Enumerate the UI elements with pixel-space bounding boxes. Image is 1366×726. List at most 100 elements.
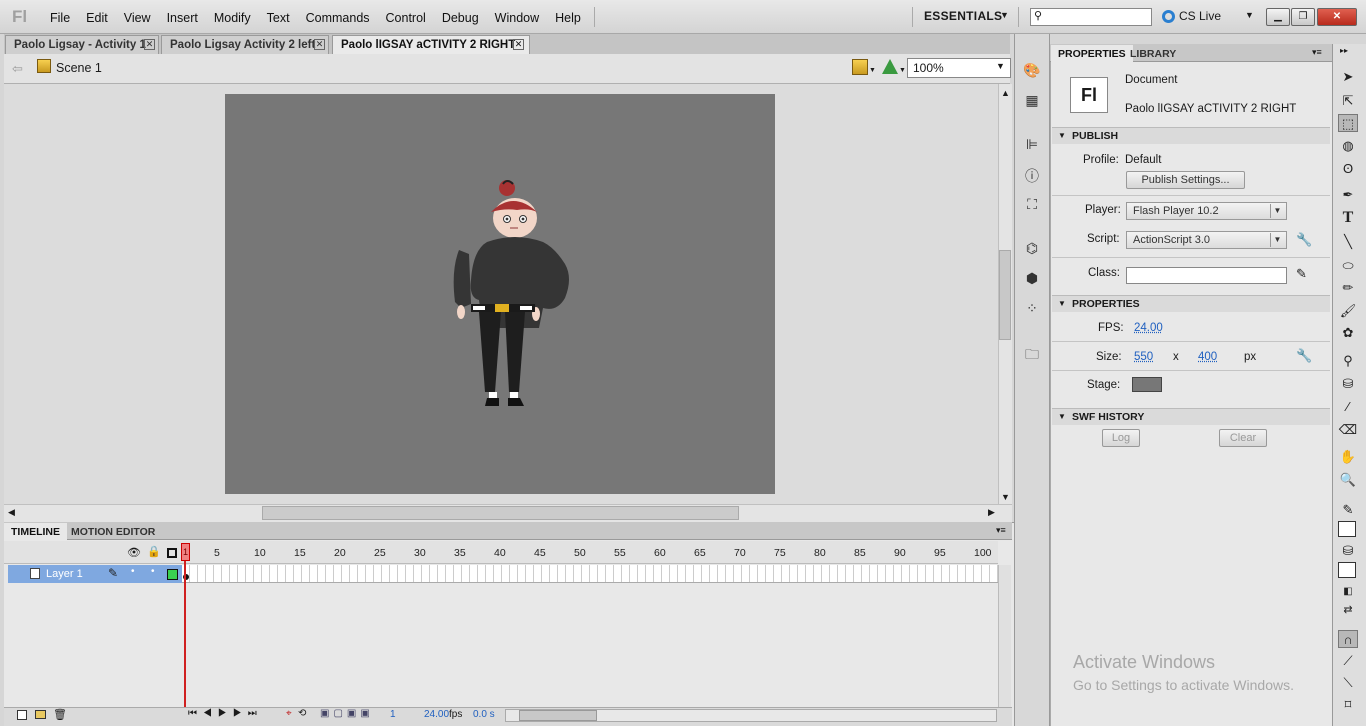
zoom-tool-icon[interactable]: 🔍 xyxy=(1338,471,1358,489)
transform-icon[interactable]: ⛶ xyxy=(1022,196,1042,214)
black-white-icon[interactable]: ◧ xyxy=(1338,583,1358,601)
menu-insert[interactable]: Insert xyxy=(159,10,206,26)
text-tool-icon[interactable]: T xyxy=(1338,209,1358,227)
new-layer-icon[interactable] xyxy=(17,710,27,720)
width-value[interactable]: 550 xyxy=(1134,351,1153,363)
menu-view[interactable]: View xyxy=(116,10,159,26)
straighten-icon[interactable]: ⟍ xyxy=(1338,674,1358,692)
onion-skin-icons[interactable]: ▣▢▣▣ xyxy=(320,708,374,719)
oval-tool-icon[interactable]: ⬭ xyxy=(1338,257,1358,275)
free-transform-tool-icon[interactable]: ⬚ xyxy=(1338,114,1358,132)
paint-bucket-tool-icon[interactable]: ⛁ xyxy=(1338,375,1358,393)
workspace-switcher[interactable]: ESSENTIALS xyxy=(924,9,1002,23)
stroke-color-pencil-icon[interactable]: ✎ xyxy=(1338,501,1358,519)
playhead-line[interactable] xyxy=(184,546,186,708)
doc-tab-activity-2-left[interactable]: Paolo Ligsay Activity 2 left ✕ xyxy=(161,35,329,54)
vertical-scroll-thumb[interactable] xyxy=(999,250,1011,340)
tab-motion-editor[interactable]: MOTION EDITOR xyxy=(64,523,162,540)
bone-tool-icon[interactable]: ⚲ xyxy=(1338,352,1358,370)
fps-value[interactable]: 24.00 xyxy=(1134,322,1163,334)
layer-name[interactable]: Layer 1 xyxy=(46,568,83,580)
close-icon[interactable]: ✕ xyxy=(314,39,325,50)
menu-control[interactable]: Control xyxy=(378,10,434,26)
color-palette-icon[interactable]: 🎨 xyxy=(1022,62,1042,80)
subselection-tool-icon[interactable]: ⇱ xyxy=(1338,92,1358,110)
loop-icon[interactable]: ⟲ xyxy=(298,708,306,719)
eye-icon[interactable]: 👁 xyxy=(127,546,141,559)
clear-button[interactable]: Clear xyxy=(1219,429,1267,447)
scroll-left-icon[interactable]: ◀ xyxy=(8,507,15,518)
layer-outline-color[interactable] xyxy=(167,569,178,580)
height-value[interactable]: 400 xyxy=(1198,351,1217,363)
tab-properties[interactable]: PROPERTIES xyxy=(1051,45,1133,62)
frame-rate[interactable]: 24.00 xyxy=(424,709,449,720)
menu-file[interactable]: File xyxy=(42,10,78,26)
stage[interactable] xyxy=(225,94,775,494)
eyedropper-tool-icon[interactable]: ⁄ xyxy=(1338,398,1358,416)
brush-tool-icon[interactable]: 🖌 xyxy=(1338,302,1358,320)
pen-tool-icon[interactable]: ✒ xyxy=(1338,186,1358,204)
scroll-right-icon[interactable]: ▶ xyxy=(988,507,995,518)
current-frame[interactable]: 1 xyxy=(390,709,396,720)
pencil-icon[interactable]: ✎ xyxy=(1296,266,1307,282)
minimize-button[interactable]: ▁ xyxy=(1266,8,1290,26)
timeline-vertical-scrollbar[interactable] xyxy=(998,565,1011,707)
section-swf-history[interactable]: SWF HISTORY xyxy=(1052,408,1330,425)
chevron-down-icon[interactable]: ▼ xyxy=(899,67,906,74)
chevron-down-icon[interactable]: ▼ xyxy=(1245,10,1254,20)
info-icon[interactable]: ⓘ xyxy=(1022,166,1042,184)
outline-icon[interactable] xyxy=(167,548,177,558)
player-select[interactable]: Flash Player 10.2 ▼ xyxy=(1126,202,1287,220)
close-icon[interactable]: ✕ xyxy=(144,39,155,50)
log-button[interactable]: Log xyxy=(1102,429,1140,447)
restore-button[interactable]: ❐ xyxy=(1291,8,1315,26)
deco-tool-icon[interactable]: ✿ xyxy=(1338,324,1358,342)
menu-text[interactable]: Text xyxy=(259,10,298,26)
scroll-down-icon[interactable]: ▼ xyxy=(1001,492,1010,502)
visibility-dot[interactable]: • xyxy=(131,566,135,577)
chevron-down-icon[interactable]: ▼ xyxy=(996,61,1005,71)
back-arrow-icon[interactable]: ⇦ xyxy=(12,61,23,77)
menu-window[interactable]: Window xyxy=(487,10,547,26)
horizontal-scroll-thumb[interactable] xyxy=(262,506,739,520)
chevron-down-icon[interactable]: ▼ xyxy=(1000,10,1009,20)
lock-dot[interactable]: • xyxy=(151,566,155,577)
scene-label[interactable]: Scene 1 xyxy=(56,61,102,75)
new-folder-icon[interactable] xyxy=(35,710,46,719)
trash-icon[interactable]: 🗑 xyxy=(53,708,67,721)
close-icon[interactable]: ✕ xyxy=(513,39,524,50)
menu-edit[interactable]: Edit xyxy=(78,10,116,26)
align-icon[interactable]: ⊫ xyxy=(1022,136,1042,154)
stage-color-swatch[interactable] xyxy=(1132,377,1162,392)
swap-colors-icon[interactable]: ⇄ xyxy=(1338,601,1358,619)
wrench-icon[interactable]: 🔧 xyxy=(1296,232,1312,248)
smooth-icon[interactable]: ⟋ xyxy=(1338,652,1358,670)
collapse-icon[interactable]: ▸▸ xyxy=(1340,46,1348,55)
stroke-color-swatch[interactable] xyxy=(1338,521,1356,537)
selection-tool-icon[interactable]: ➤ xyxy=(1338,68,1358,86)
hand-tool-icon[interactable]: ✋ xyxy=(1338,448,1358,466)
3d-rotation-tool-icon[interactable]: ◍ xyxy=(1338,137,1358,155)
fill-color-bucket-icon[interactable]: ⛁ xyxy=(1338,542,1358,560)
swatches-grid-icon[interactable]: ▦ xyxy=(1022,92,1042,110)
menu-commands[interactable]: Commands xyxy=(298,10,378,26)
edit-scene-icon[interactable] xyxy=(852,59,868,75)
fill-color-swatch[interactable] xyxy=(1338,562,1356,578)
search-input[interactable] xyxy=(1030,8,1152,26)
option-icon[interactable]: ⌑ xyxy=(1338,696,1358,714)
components-icon[interactable]: ⬢ xyxy=(1022,270,1042,288)
doc-tab-activity-1[interactable]: Paolo Ligsay - Activity 1 ✕ xyxy=(5,35,159,54)
section-properties[interactable]: PROPERTIES xyxy=(1052,295,1330,312)
panel-menu-icon[interactable]: ▾≡ xyxy=(1312,47,1322,58)
actions-icon[interactable]: ⌬ xyxy=(1022,240,1042,258)
timeline-scroll-thumb[interactable] xyxy=(519,710,597,721)
script-select[interactable]: ActionScript 3.0 ▼ xyxy=(1126,231,1287,249)
eraser-tool-icon[interactable]: ⌫ xyxy=(1338,421,1358,439)
snap-magnet-icon[interactable]: ∩ xyxy=(1338,630,1358,648)
lock-icon[interactable]: 🔒 xyxy=(147,545,161,558)
edit-symbols-icon[interactable] xyxy=(882,59,898,74)
playhead[interactable]: 1 xyxy=(181,543,190,561)
lasso-tool-icon[interactable]: ʘ xyxy=(1338,160,1358,178)
line-tool-icon[interactable]: ╲ xyxy=(1338,233,1358,251)
close-window-button[interactable]: ✕ xyxy=(1317,8,1357,26)
